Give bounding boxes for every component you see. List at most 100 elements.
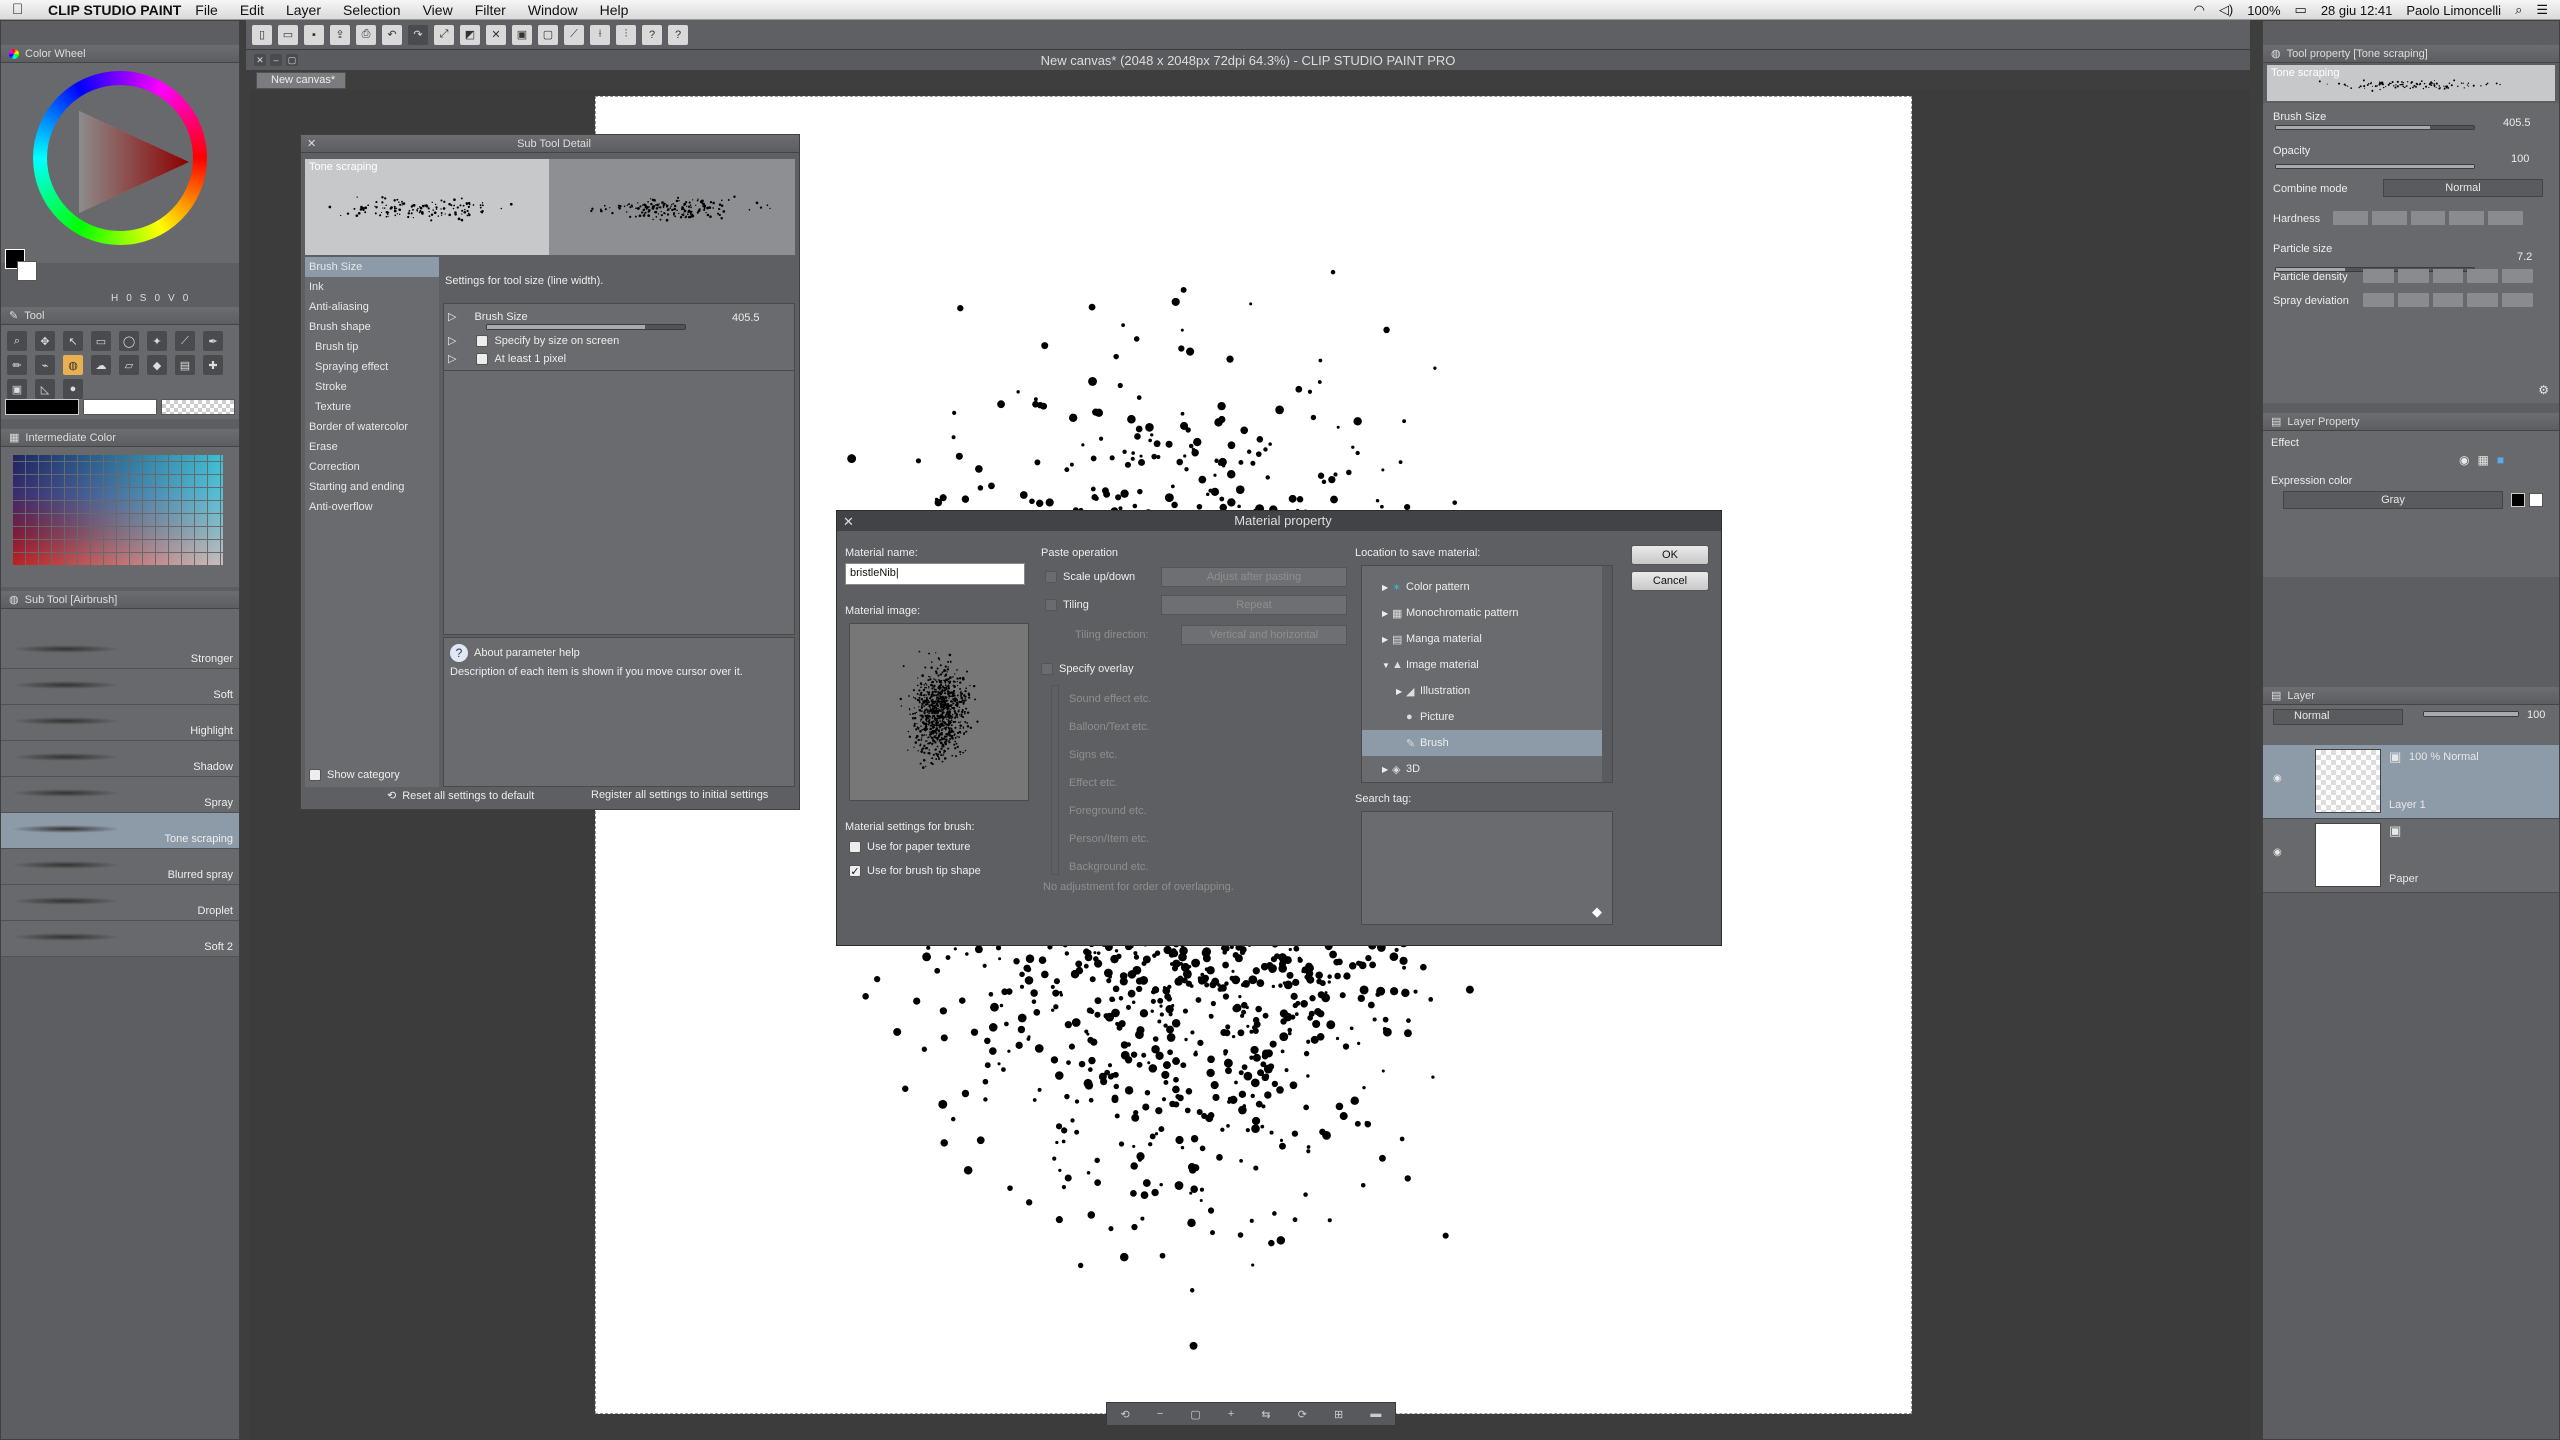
overlay-item[interactable]: Signs etc.: [1069, 741, 1151, 769]
tiling-row[interactable]: Tiling: [1045, 599, 1089, 611]
overlay-item[interactable]: Balloon/Text etc.: [1069, 713, 1151, 741]
subtool-item[interactable]: Stronger: [1, 633, 239, 669]
brush-size-slider[interactable]: [486, 324, 686, 330]
select-all-icon[interactable]: ▣: [512, 24, 532, 45]
lasso-tool-icon[interactable]: ◯: [119, 331, 139, 351]
close-icon[interactable]: ✕: [307, 137, 316, 150]
help-icon[interactable]: ?: [642, 24, 662, 45]
layer-row[interactable]: ◉ ▣ 100 % Normal Layer 1: [2263, 745, 2559, 819]
paper-texture-row[interactable]: Use for paper texture: [849, 841, 970, 853]
menu-view[interactable]: View: [423, 2, 453, 18]
blend-mode-select[interactable]: Normal: [2273, 709, 2403, 725]
category-item[interactable]: Ink: [305, 277, 439, 297]
eraser-tool-icon[interactable]: ▱: [119, 355, 139, 375]
category-item[interactable]: Spraying effect: [305, 357, 439, 377]
tp-spray-deviation-selector[interactable]: [2363, 293, 2533, 307]
zoom-in-icon[interactable]: +: [1228, 1408, 1234, 1420]
category-item[interactable]: Erase: [305, 437, 439, 457]
tp-brush-size-value[interactable]: 405.5: [2503, 117, 2531, 129]
snap-grid-icon[interactable]: ⫶: [616, 24, 636, 45]
brush-tip-row[interactable]: ✓ Use for brush tip shape: [849, 865, 981, 878]
layer-opacity-slider[interactable]: [2423, 711, 2519, 717]
material-name-input[interactable]: bristleNib|: [845, 563, 1025, 585]
overlay-item[interactable]: Foreground etc.: [1069, 797, 1151, 825]
tree-item[interactable]: ▶ ✶ Color pattern: [1362, 574, 1612, 600]
scale-row[interactable]: Scale up/down: [1045, 571, 1135, 583]
tone-effect-icon[interactable]: ▦: [2477, 453, 2488, 467]
expand-arrow-icon[interactable]: ▷: [448, 310, 456, 323]
specify-overlay-row[interactable]: Specify overlay: [1041, 663, 1134, 675]
transparent-color-bar[interactable]: [161, 399, 235, 415]
zoom-tool-icon[interactable]: ⌕: [7, 331, 27, 351]
subtool-item[interactable]: Tone scraping: [1, 813, 239, 849]
register-button[interactable]: Register all settings to initial setting…: [591, 789, 768, 801]
overlay-item[interactable]: Background etc.: [1069, 853, 1151, 881]
category-item[interactable]: Anti-aliasing: [305, 297, 439, 317]
fill-tool-icon[interactable]: ◆: [147, 355, 167, 375]
brush-size-value[interactable]: 405.5: [732, 312, 760, 324]
tree-item[interactable]: ▶ ◈ 3D: [1362, 756, 1612, 782]
category-item[interactable]: Starting and ending: [305, 477, 439, 497]
tag-icon[interactable]: ◆: [1592, 904, 1602, 920]
operation-tool-icon[interactable]: ↖: [63, 331, 83, 351]
menu-window[interactable]: Window: [528, 2, 578, 18]
text-tool-icon[interactable]: ●: [63, 379, 83, 399]
category-item[interactable]: Anti-overflow: [305, 497, 439, 517]
figure-tool-icon[interactable]: ✚: [203, 355, 223, 375]
show-category-row[interactable]: Show category: [309, 769, 400, 782]
tree-item[interactable]: ▶ ◢ Illustration: [1362, 678, 1612, 704]
fill-icon[interactable]: ◩: [460, 24, 480, 45]
scale-checkbox[interactable]: [1045, 571, 1057, 583]
expression-black-swatch[interactable]: [2511, 493, 2525, 507]
main-color-bar[interactable]: [5, 399, 79, 415]
pencil-tool-icon[interactable]: ✏: [7, 355, 27, 375]
category-item[interactable]: Border of watercolor: [305, 417, 439, 437]
category-item[interactable]: Stroke: [305, 377, 439, 397]
menu-help[interactable]: Help: [600, 2, 629, 18]
menu-edit[interactable]: Edit: [240, 2, 264, 18]
brush-tip-checkbox[interactable]: ✓: [849, 865, 861, 878]
settings-wrench-icon[interactable]: ⚙: [2538, 383, 2549, 397]
tree-expand-arrow-icon[interactable]: ▶: [1382, 635, 1392, 644]
category-item[interactable]: Brush tip: [305, 337, 439, 357]
rotate-left-icon[interactable]: ⟲: [1121, 1408, 1130, 1421]
tree-expand-arrow-icon[interactable]: ▼: [1382, 661, 1392, 670]
pen-tool-icon[interactable]: ✒: [203, 331, 223, 351]
subtool-item[interactable]: Blurred spray: [1, 849, 239, 885]
subtool-item[interactable]: Soft: [1, 669, 239, 705]
rotate-right-icon[interactable]: ⟳: [1298, 1408, 1307, 1421]
size-on-screen-row[interactable]: ▷ Specify by size on screen: [448, 334, 619, 347]
frame-tool-icon[interactable]: ▣: [7, 379, 27, 399]
tp-opacity-value[interactable]: 100: [2511, 153, 2529, 165]
new-file-icon[interactable]: ▯: [252, 24, 272, 45]
category-item[interactable]: Texture: [305, 397, 439, 417]
battery-icon[interactable]: ▭: [2295, 2, 2307, 18]
subtool-item[interactable]: Spray: [1, 777, 239, 813]
category-item[interactable]: Brush shape: [305, 317, 439, 337]
tiling-direction-select[interactable]: Vertical and horizontal: [1181, 625, 1347, 645]
cancel-button[interactable]: Cancel: [1631, 571, 1709, 591]
airbrush-tool-icon[interactable]: ◍: [63, 355, 83, 375]
reset-view-icon[interactable]: ⊞: [1334, 1408, 1343, 1421]
ruler-tool-icon[interactable]: ◺: [35, 379, 55, 399]
overlay-item[interactable]: Effect etc.: [1069, 769, 1151, 797]
volume-icon[interactable]: ◁): [2219, 2, 2233, 18]
info-icon[interactable]: ?: [668, 24, 688, 45]
expression-color-select[interactable]: Gray: [2283, 491, 2503, 509]
tiling-checkbox[interactable]: [1045, 599, 1057, 611]
transform-icon[interactable]: ⤢: [434, 24, 454, 45]
expression-white-swatch[interactable]: [2529, 493, 2543, 507]
show-category-checkbox[interactable]: [309, 769, 321, 782]
sub-color-bar[interactable]: [83, 399, 157, 415]
saturation-triangle[interactable]: [73, 107, 193, 217]
sub-color-swatch[interactable]: [17, 261, 37, 281]
wifi-icon[interactable]: ◠: [2194, 2, 2205, 18]
close-window-icon[interactable]: ✕: [254, 54, 266, 66]
color-effect-icon[interactable]: ■: [2497, 453, 2504, 467]
tree-item[interactable]: ▼ ▲ Image material: [1362, 652, 1612, 678]
tp-brush-size-slider[interactable]: [2275, 125, 2475, 130]
tp-particle-size-value[interactable]: 7.2: [2517, 251, 2532, 263]
deselect-icon[interactable]: ▢: [538, 24, 558, 45]
tp-opacity-slider[interactable]: [2275, 164, 2475, 169]
wand-tool-icon[interactable]: ✦: [147, 331, 167, 351]
